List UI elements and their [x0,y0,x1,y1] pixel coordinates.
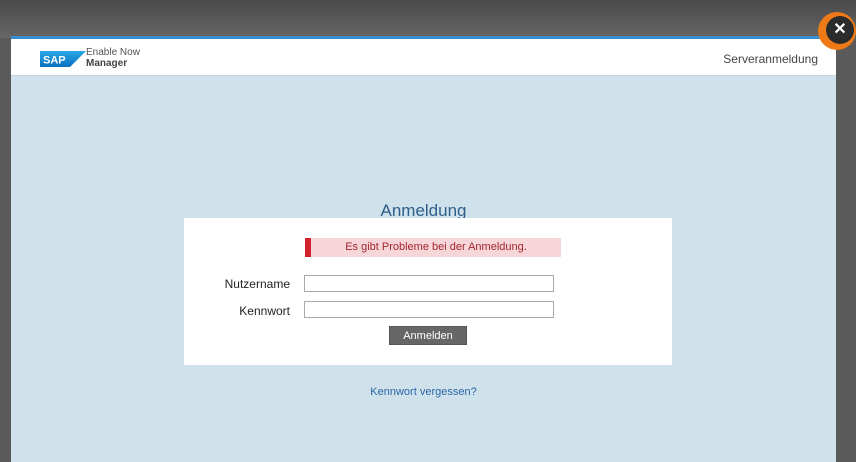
username-label: Nutzername [224,277,290,291]
username-input[interactable] [304,275,554,292]
app-name: Enable Now Manager [86,48,140,69]
password-label: Kennwort [239,304,290,318]
sap-logo: SAP [40,51,86,67]
close-button[interactable]: ✕ [818,12,856,50]
password-input[interactable] [304,301,554,318]
login-button[interactable]: Anmelden [389,326,467,345]
sap-logo-text: SAP [43,55,66,67]
overlay-backdrop [0,0,856,38]
error-message: Es gibt Probleme bei der Anmeldung. [305,238,561,257]
login-dialog: SAP Enable Now Manager Serveranmeldung A… [11,36,836,462]
login-form: Es gibt Probleme bei der Anmeldung. Nutz… [184,218,672,365]
server-login-link[interactable]: Serveranmeldung [723,52,818,66]
app-header: SAP Enable Now Manager Serveranmeldung [11,39,836,76]
app-name-line1: Enable Now [86,47,140,58]
close-icon: ✕ [826,16,854,44]
app-name-line2: Manager [86,58,128,69]
forgot-password-link[interactable]: Kennwort vergessen? [11,386,836,398]
